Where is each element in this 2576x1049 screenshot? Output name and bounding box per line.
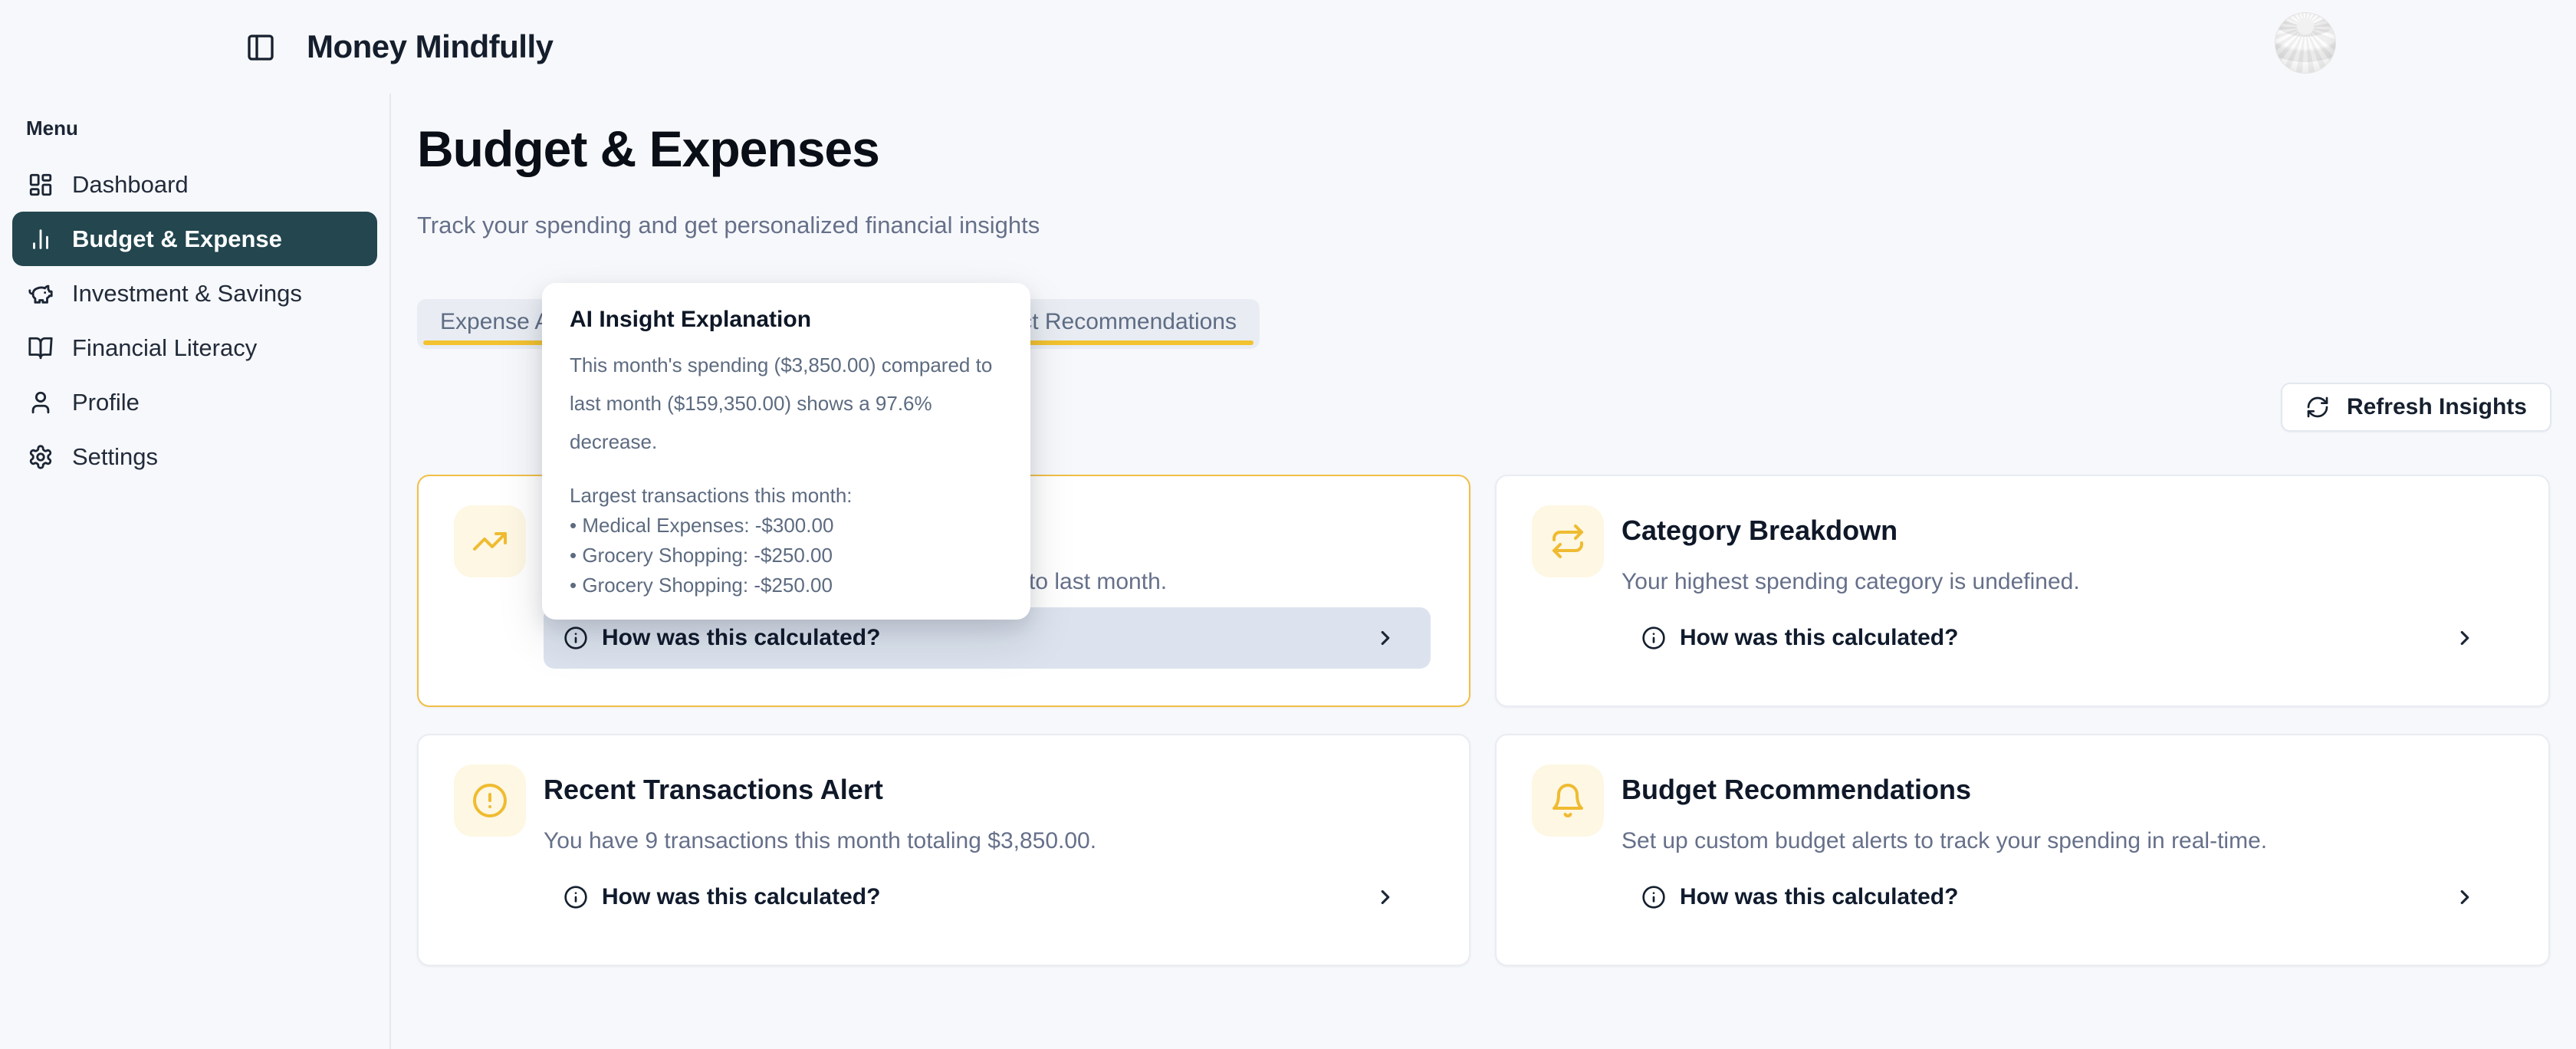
ai-insight-popover: AI Insight Explanation This month's spen… xyxy=(542,283,1030,620)
tab-product-recommendations[interactable]: ct Recommendations xyxy=(1020,299,1237,344)
sidebar-item-label: Financial Literacy xyxy=(72,334,257,362)
card-title: Category Breakdown xyxy=(1622,515,1898,547)
sidebar-item-label: Dashboard xyxy=(72,171,189,199)
app-title: Money Mindfully xyxy=(307,0,554,94)
tab-expense-analysis[interactable]: Expense A xyxy=(440,299,550,344)
sidebar-item-profile[interactable]: Profile xyxy=(12,375,377,429)
panel-left-icon xyxy=(245,32,276,63)
bar-chart-icon xyxy=(28,226,54,252)
sidebar-toggle-button[interactable] xyxy=(244,31,278,64)
how-calculated-label: How was this calculated? xyxy=(1680,625,1958,651)
chevron-right-icon xyxy=(2453,626,2476,649)
how-calculated-label: How was this calculated? xyxy=(602,884,880,910)
how-calculated-button[interactable]: How was this calculated? xyxy=(544,866,1431,928)
chevron-right-icon xyxy=(2453,886,2476,909)
sidebar-item-label: Profile xyxy=(72,389,140,416)
info-icon xyxy=(564,885,588,909)
popover-list-item: • Grocery Shopping: -$250.00 xyxy=(570,541,1003,571)
popover-list-header: Largest transactions this month: xyxy=(570,481,1003,511)
alert-circle-icon xyxy=(454,765,526,837)
card-recent-transactions-alert: Recent Transactions Alert You have 9 tra… xyxy=(417,734,1470,966)
sidebar-item-financial-literacy[interactable]: Financial Literacy xyxy=(12,321,377,375)
trending-up-icon xyxy=(454,505,526,577)
card-budget-recommendations: Budget Recommendations Set up custom bud… xyxy=(1495,734,2550,966)
repeat-icon xyxy=(1532,505,1604,577)
how-calculated-button[interactable]: How was this calculated? xyxy=(1622,607,2510,669)
refresh-icon xyxy=(2305,395,2330,419)
refresh-insights-label: Refresh Insights xyxy=(2347,394,2527,420)
info-icon xyxy=(1641,885,1666,909)
book-open-icon xyxy=(28,335,54,361)
content-shell: Menu Dashboard Budget & Expense xyxy=(0,94,2576,1049)
info-icon xyxy=(1641,626,1666,650)
info-icon xyxy=(564,626,588,650)
sidebar-item-budget-expense[interactable]: Budget & Expense xyxy=(12,212,377,266)
sidebar-item-settings[interactable]: Settings xyxy=(12,429,377,484)
refresh-insights-button[interactable]: Refresh Insights xyxy=(2281,383,2551,432)
popover-title: AI Insight Explanation xyxy=(570,306,1003,334)
dashboard-icon xyxy=(28,172,54,198)
sidebar-item-label: Settings xyxy=(72,443,158,471)
user-avatar[interactable] xyxy=(2275,12,2336,74)
card-category-breakdown: Category Breakdown Your highest spending… xyxy=(1495,475,2550,707)
how-calculated-label: How was this calculated? xyxy=(602,625,880,651)
sidebar-item-dashboard[interactable]: Dashboard xyxy=(12,157,377,212)
popover-list-item: • Grocery Shopping: -$250.00 xyxy=(570,571,1003,600)
card-subtitle: You have 9 transactions this month total… xyxy=(544,828,1096,854)
chevron-right-icon xyxy=(1374,886,1397,909)
page-subtitle: Track your spending and get personalized… xyxy=(417,210,2551,241)
card-subtitle: to last month. xyxy=(1029,569,1167,595)
app-root: Money Mindfully Menu Dashboard Budget & … xyxy=(0,0,2576,1049)
popover-list-item: • Medical Expenses: -$300.00 xyxy=(570,511,1003,541)
sidebar: Menu Dashboard Budget & Expense xyxy=(0,94,391,1049)
menu-section-label: Menu xyxy=(26,117,389,140)
card-subtitle: Set up custom budget alerts to track you… xyxy=(1622,828,2267,854)
sidebar-item-label: Budget & Expense xyxy=(72,225,282,253)
how-calculated-button[interactable]: How was this calculated? xyxy=(1622,866,2510,928)
gear-icon xyxy=(28,444,54,470)
sidebar-item-label: Investment & Savings xyxy=(72,280,302,307)
piggy-bank-icon xyxy=(28,281,54,307)
chevron-right-icon xyxy=(1374,626,1397,649)
sidebar-item-investment-savings[interactable]: Investment & Savings xyxy=(12,266,377,321)
popover-body-text: This month's spending ($3,850.00) compar… xyxy=(570,346,1003,461)
top-header: Money Mindfully xyxy=(0,0,2576,94)
how-calculated-label: How was this calculated? xyxy=(1680,884,1958,910)
popover-transactions-list: Largest transactions this month: • Medic… xyxy=(570,481,1003,600)
card-title: Budget Recommendations xyxy=(1622,774,1971,806)
page-title: Budget & Expenses xyxy=(417,121,2551,178)
card-subtitle: Your highest spending category is undefi… xyxy=(1622,569,2080,595)
user-icon xyxy=(28,390,54,416)
sidebar-nav: Dashboard Budget & Expense Investment & … xyxy=(0,157,389,484)
card-title: Recent Transactions Alert xyxy=(544,774,883,806)
bell-icon xyxy=(1532,765,1604,837)
